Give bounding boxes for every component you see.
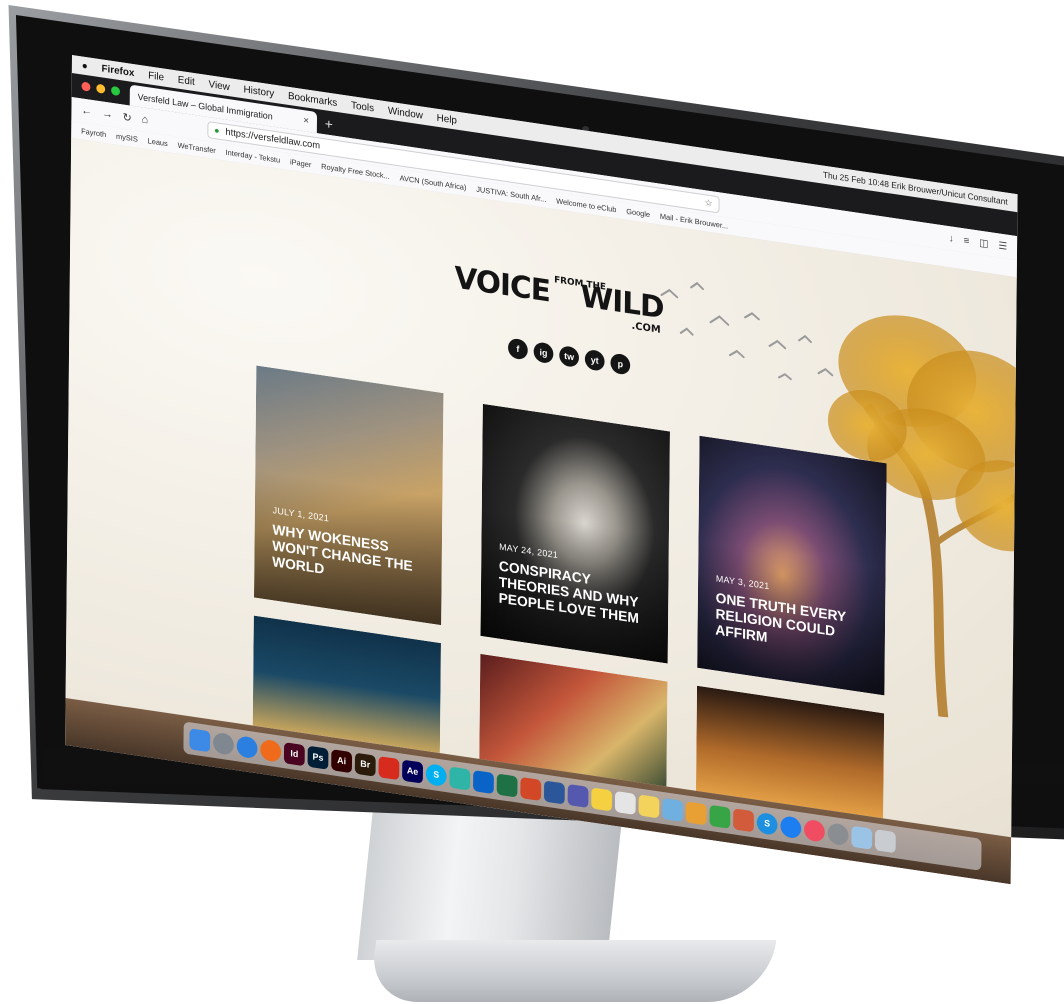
app-icon[interactable] <box>733 807 754 832</box>
apple-menu-icon[interactable]: ● <box>82 60 88 72</box>
menu-edit[interactable]: Edit <box>178 74 195 87</box>
article-card[interactable]: JULY 1, 2021 WHY WOKENESS WON'T CHANGE T… <box>254 365 444 626</box>
toolbar-icons: ↓ ≡ ◫ ☰ <box>949 233 1007 253</box>
finder-icon[interactable] <box>189 727 211 752</box>
menu-file[interactable]: File <box>148 70 164 83</box>
download-icon[interactable]: ↓ <box>949 233 954 245</box>
excel-icon[interactable] <box>496 773 518 798</box>
app-store-icon[interactable] <box>780 814 802 839</box>
menu-history[interactable]: History <box>243 84 274 100</box>
teams-icon[interactable] <box>567 783 589 808</box>
powerpoint-icon[interactable] <box>520 776 542 801</box>
close-window-button[interactable] <box>81 81 91 92</box>
new-tab-button[interactable]: + <box>325 115 333 132</box>
bridge-icon[interactable]: Br <box>354 752 376 777</box>
bookmark-star-icon[interactable]: ☆ <box>705 197 713 209</box>
preview-icon[interactable] <box>662 797 684 822</box>
instagram-icon[interactable]: ig <box>533 341 554 365</box>
bookmark-item[interactable]: mySIS <box>116 132 138 144</box>
youtube-icon[interactable]: yt <box>584 348 605 372</box>
logo-word-voice: VOICE <box>454 260 551 310</box>
social-links: f ig tw yt p <box>507 337 631 376</box>
facebook-icon[interactable]: f <box>507 337 528 361</box>
site-logo[interactable]: VOICE FROM THE WILD .COM <box>454 255 671 347</box>
stickies-icon[interactable] <box>638 793 660 818</box>
numbers-icon[interactable] <box>709 804 731 829</box>
trash-icon[interactable] <box>874 828 896 853</box>
zoom-window-button[interactable] <box>111 85 121 97</box>
menu-view[interactable]: View <box>209 79 230 93</box>
sidebar-icon[interactable]: ◫ <box>979 237 988 249</box>
bookmark-item[interactable]: Fayroth <box>81 126 106 139</box>
twitter-icon[interactable]: tw <box>559 345 580 368</box>
folder-icon[interactable] <box>851 825 873 850</box>
reload-icon[interactable]: ↻ <box>123 110 132 124</box>
forward-icon[interactable]: → <box>102 107 113 121</box>
close-tab-icon[interactable]: × <box>303 115 309 127</box>
system-preferences-icon[interactable] <box>827 821 849 846</box>
bookmark-item[interactable]: WeTransfer <box>178 141 216 156</box>
menu-icon[interactable]: ☰ <box>998 240 1007 252</box>
music-icon[interactable] <box>803 818 825 843</box>
pinterest-icon[interactable]: p <box>610 352 631 376</box>
indesign-icon[interactable]: Id <box>283 741 305 766</box>
menu-help[interactable]: Help <box>437 112 457 126</box>
menu-tools[interactable]: Tools <box>351 100 374 114</box>
after-effects-icon[interactable]: Ae <box>402 759 424 784</box>
monitor-stand-foot <box>367 940 777 1002</box>
minimize-window-button[interactable] <box>96 83 106 94</box>
library-icon[interactable]: ≡ <box>964 235 970 247</box>
skype-icon[interactable]: S <box>425 762 447 787</box>
safari-icon[interactable] <box>236 734 258 759</box>
photos-icon[interactable] <box>685 800 707 825</box>
word-icon[interactable] <box>543 779 565 805</box>
skype-icon[interactable]: S <box>756 811 778 836</box>
menu-window[interactable]: Window <box>388 105 423 121</box>
home-icon[interactable]: ⌂ <box>142 113 149 126</box>
monitor-stand-neck <box>357 810 623 960</box>
bookmark-item[interactable]: iPager <box>290 157 311 169</box>
firefox-icon[interactable] <box>260 738 282 763</box>
illustrator-icon[interactable]: Ai <box>331 748 353 773</box>
lock-icon: ● <box>214 125 220 136</box>
launchpad-icon[interactable] <box>212 731 234 756</box>
photoshop-icon[interactable]: Ps <box>307 745 329 770</box>
bookmark-item[interactable]: Google <box>626 207 650 220</box>
article-card[interactable]: MAY 3, 2021 ONE TRUTH EVERY RELIGION COU… <box>697 435 887 696</box>
notes-icon[interactable] <box>591 786 613 811</box>
article-card[interactable]: MAY 24, 2021 CONSPIRACY THEORIES AND WHY… <box>480 403 670 664</box>
acrobat-icon[interactable] <box>378 755 400 780</box>
bookmark-item[interactable]: Leaus <box>148 136 168 148</box>
outlook-icon[interactable] <box>473 769 494 794</box>
back-icon[interactable]: ← <box>81 104 92 118</box>
monitor-screen: ● Firefox File Edit View History Bookmar… <box>65 55 1018 885</box>
app-icon[interactable] <box>449 766 471 791</box>
textedit-icon[interactable] <box>614 790 636 815</box>
menu-app-name[interactable]: Firefox <box>101 63 134 79</box>
